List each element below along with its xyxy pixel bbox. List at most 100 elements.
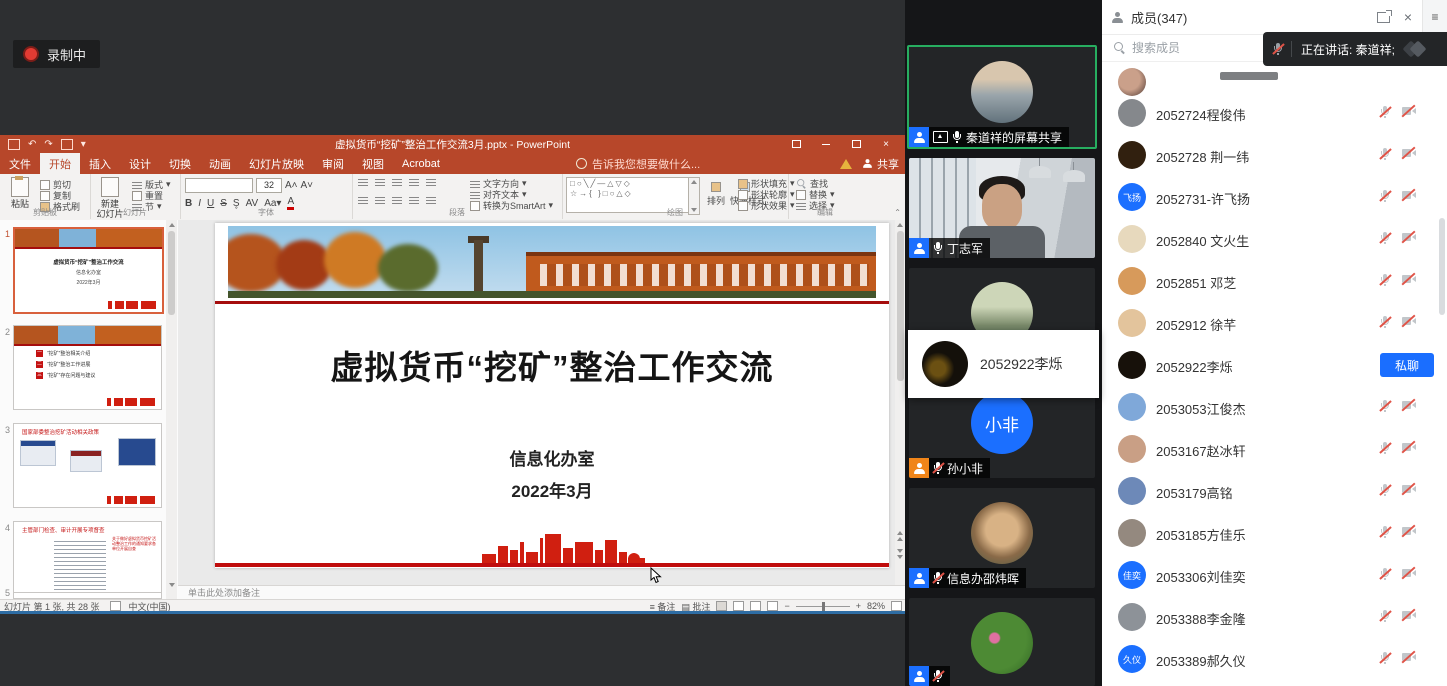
member-row[interactable]: 2052922李烁 私聊 <box>1102 344 1447 386</box>
banner-tree <box>378 244 438 292</box>
font-size-input[interactable]: 32 <box>256 178 282 193</box>
popout-icon[interactable] <box>1377 12 1390 23</box>
fit-to-window-icon[interactable] <box>891 601 902 611</box>
paste-button[interactable]: 粘贴 <box>2 176 38 209</box>
previous-slide-icon[interactable] <box>897 531 903 535</box>
ribbon-tab[interactable]: 幻灯片放映 <box>240 153 313 174</box>
member-row[interactable]: 久仪 2053389郝久仪 私聊 <box>1102 638 1447 680</box>
ribbon-tab[interactable]: 设计 <box>120 153 160 174</box>
spellcheck-icon[interactable] <box>110 601 121 611</box>
reading-view-icon[interactable] <box>750 601 761 611</box>
private-chat-button[interactable]: 私聊 <box>1380 353 1434 377</box>
scrollbar-thumb[interactable] <box>168 231 175 315</box>
member-row[interactable]: 2052728 荆一纬 私聊 <box>1102 134 1447 176</box>
ribbon-tab[interactable]: 动画 <box>200 153 240 174</box>
member-row[interactable]: 2052724程俊伟 私聊 <box>1102 92 1447 134</box>
member-status-icons <box>1380 232 1417 245</box>
member-row-partial[interactable] <box>1102 62 1447 92</box>
member-row[interactable]: 2052912 徐芊 私聊 <box>1102 302 1447 344</box>
member-row[interactable]: 2053388李金隆 私聊 <box>1102 596 1447 638</box>
ribbon-tab[interactable]: 审阅 <box>313 153 353 174</box>
members-scrollbar-thumb[interactable] <box>1439 218 1445 315</box>
participant-name: 孙小非 <box>947 460 983 477</box>
ribbon-tab[interactable]: 切换 <box>160 153 200 174</box>
normal-view-icon[interactable] <box>716 601 727 611</box>
recording-label: 录制中 <box>47 45 86 64</box>
ribbon-tab[interactable]: 插入 <box>80 153 120 174</box>
close-button[interactable]: × <box>871 135 901 153</box>
align-left-icon[interactable] <box>358 196 368 204</box>
close-icon[interactable]: × <box>1404 9 1412 25</box>
slides-group: 新建幻灯片 版式▾ 重置 节▾ 幻灯片 <box>90 174 181 219</box>
member-row[interactable]: 2052840 文火生 私聊 <box>1102 218 1447 260</box>
ribbon-tab[interactable]: 文件 <box>0 153 40 174</box>
member-name: 2052922李烁 <box>1156 357 1233 376</box>
member-row[interactable]: 2053167赵冰轩 私聊 <box>1102 428 1447 470</box>
slide-thumbnail-2[interactable]: 一“挖矿”整治相关介绍 二“挖矿”整治工作进展 三“挖矿”存在问题与建议 <box>13 325 162 410</box>
zoom-in-button[interactable]: + <box>856 601 861 611</box>
ribbon-tab[interactable]: 开始 <box>40 153 80 174</box>
font-name-input[interactable] <box>185 178 253 193</box>
muted-camera-icon <box>1402 568 1417 579</box>
member-row[interactable]: 飞扬 2052731-许飞扬 私聊 <box>1102 176 1447 218</box>
arrange-button[interactable]: 排列 <box>704 182 728 207</box>
member-row[interactable]: 2053053江俊杰 私聊 <box>1102 386 1447 428</box>
video-tile[interactable] <box>909 598 1095 686</box>
next-slide-icon[interactable] <box>897 549 903 553</box>
slideshow-view-icon[interactable] <box>767 601 778 611</box>
slide-thumbnail-3[interactable]: 国家部委整治挖矿活动相关政策 <box>13 423 162 508</box>
drawing-group-label: 绘图 <box>562 207 788 218</box>
tell-me-box[interactable]: 告诉我您想要做什么... <box>576 153 700 174</box>
member-row[interactable]: 佳奕 2053306刘佳奕 私聊 <box>1102 554 1447 596</box>
increase-indent-icon[interactable] <box>409 178 419 186</box>
align-right-icon[interactable] <box>392 196 402 204</box>
columns-icon[interactable] <box>426 196 436 204</box>
collapse-ribbon-icon[interactable]: ⌃ <box>894 208 901 217</box>
ribbon-tab[interactable]: Acrobat <box>393 153 449 174</box>
member-row[interactable]: 2053179高铭 私聊 <box>1102 470 1447 512</box>
video-tile-active-speaker[interactable]: 秦道祥的屏幕共享 <box>907 45 1097 149</box>
thumbnails-scrollbar[interactable] <box>166 220 177 599</box>
person-icon <box>909 568 929 588</box>
align-center-icon[interactable] <box>375 196 385 204</box>
video-tile[interactable]: 丁志军 <box>909 158 1095 258</box>
notes-pane[interactable]: 单击此处添加备注 <box>178 585 905 599</box>
slide-thumbnail-5[interactable] <box>13 592 162 599</box>
slide-canvas[interactable]: 虚拟货币“挖矿”整治工作交流 信息化办室 2022年3月 <box>215 223 889 568</box>
minimize-button[interactable] <box>811 135 841 153</box>
slide-thumbnail-1[interactable]: 虚拟货币“挖矿”整治工作交流 信息化办室 2022年3月 <box>13 227 164 314</box>
shrink-font-button[interactable]: A˅ <box>301 180 314 191</box>
restore-button[interactable] <box>841 135 871 153</box>
member-avatar <box>1118 393 1146 421</box>
decrease-indent-icon[interactable] <box>392 178 402 186</box>
grow-font-button[interactable]: A˄ <box>285 180 298 191</box>
warning-icon[interactable] <box>840 159 852 169</box>
member-row[interactable]: 2053185方佳乐 私聊 <box>1102 512 1447 554</box>
scroll-down-icon[interactable] <box>169 583 175 587</box>
next-slide-icon[interactable] <box>897 555 903 559</box>
scroll-up-icon[interactable] <box>169 223 175 227</box>
ribbon-tab[interactable]: 视图 <box>353 153 393 174</box>
bullets-icon[interactable] <box>358 178 368 186</box>
slide-sorter-view-icon[interactable] <box>733 601 744 611</box>
member-row[interactable]: 2052851 邓芝 私聊 <box>1102 260 1447 302</box>
zoom-out-button[interactable]: − <box>784 601 789 611</box>
thumb2-agenda-item: 三“挖矿”存在问题与建议 <box>36 372 161 379</box>
menu-icon[interactable]: ≡ <box>1422 0 1447 34</box>
numbering-icon[interactable] <box>375 178 385 186</box>
previous-slide-icon[interactable] <box>897 537 903 541</box>
member-avatar <box>1118 225 1146 253</box>
line-spacing-icon[interactable] <box>426 178 436 186</box>
scroll-up-icon[interactable] <box>897 223 903 227</box>
ppt-share-button[interactable]: 共享 <box>862 156 899 172</box>
slide-scrollbar[interactable] <box>895 220 905 585</box>
justify-icon[interactable] <box>409 196 419 204</box>
scrollbar-thumb[interactable] <box>897 231 904 381</box>
ppt-titlebar[interactable]: ↶ ↷ ▾ 虚拟货币“挖矿”整治工作交流3月.pptx - PowerPoint… <box>0 135 905 153</box>
zoom-level[interactable]: 82% <box>867 601 885 611</box>
window-controls: × <box>781 135 901 153</box>
zoom-slider[interactable] <box>796 606 850 607</box>
avatar-initials: 小非 <box>971 392 1033 454</box>
video-tile[interactable]: 信息办邵炜晖 <box>909 488 1095 588</box>
ribbon-options-button[interactable] <box>781 135 811 153</box>
